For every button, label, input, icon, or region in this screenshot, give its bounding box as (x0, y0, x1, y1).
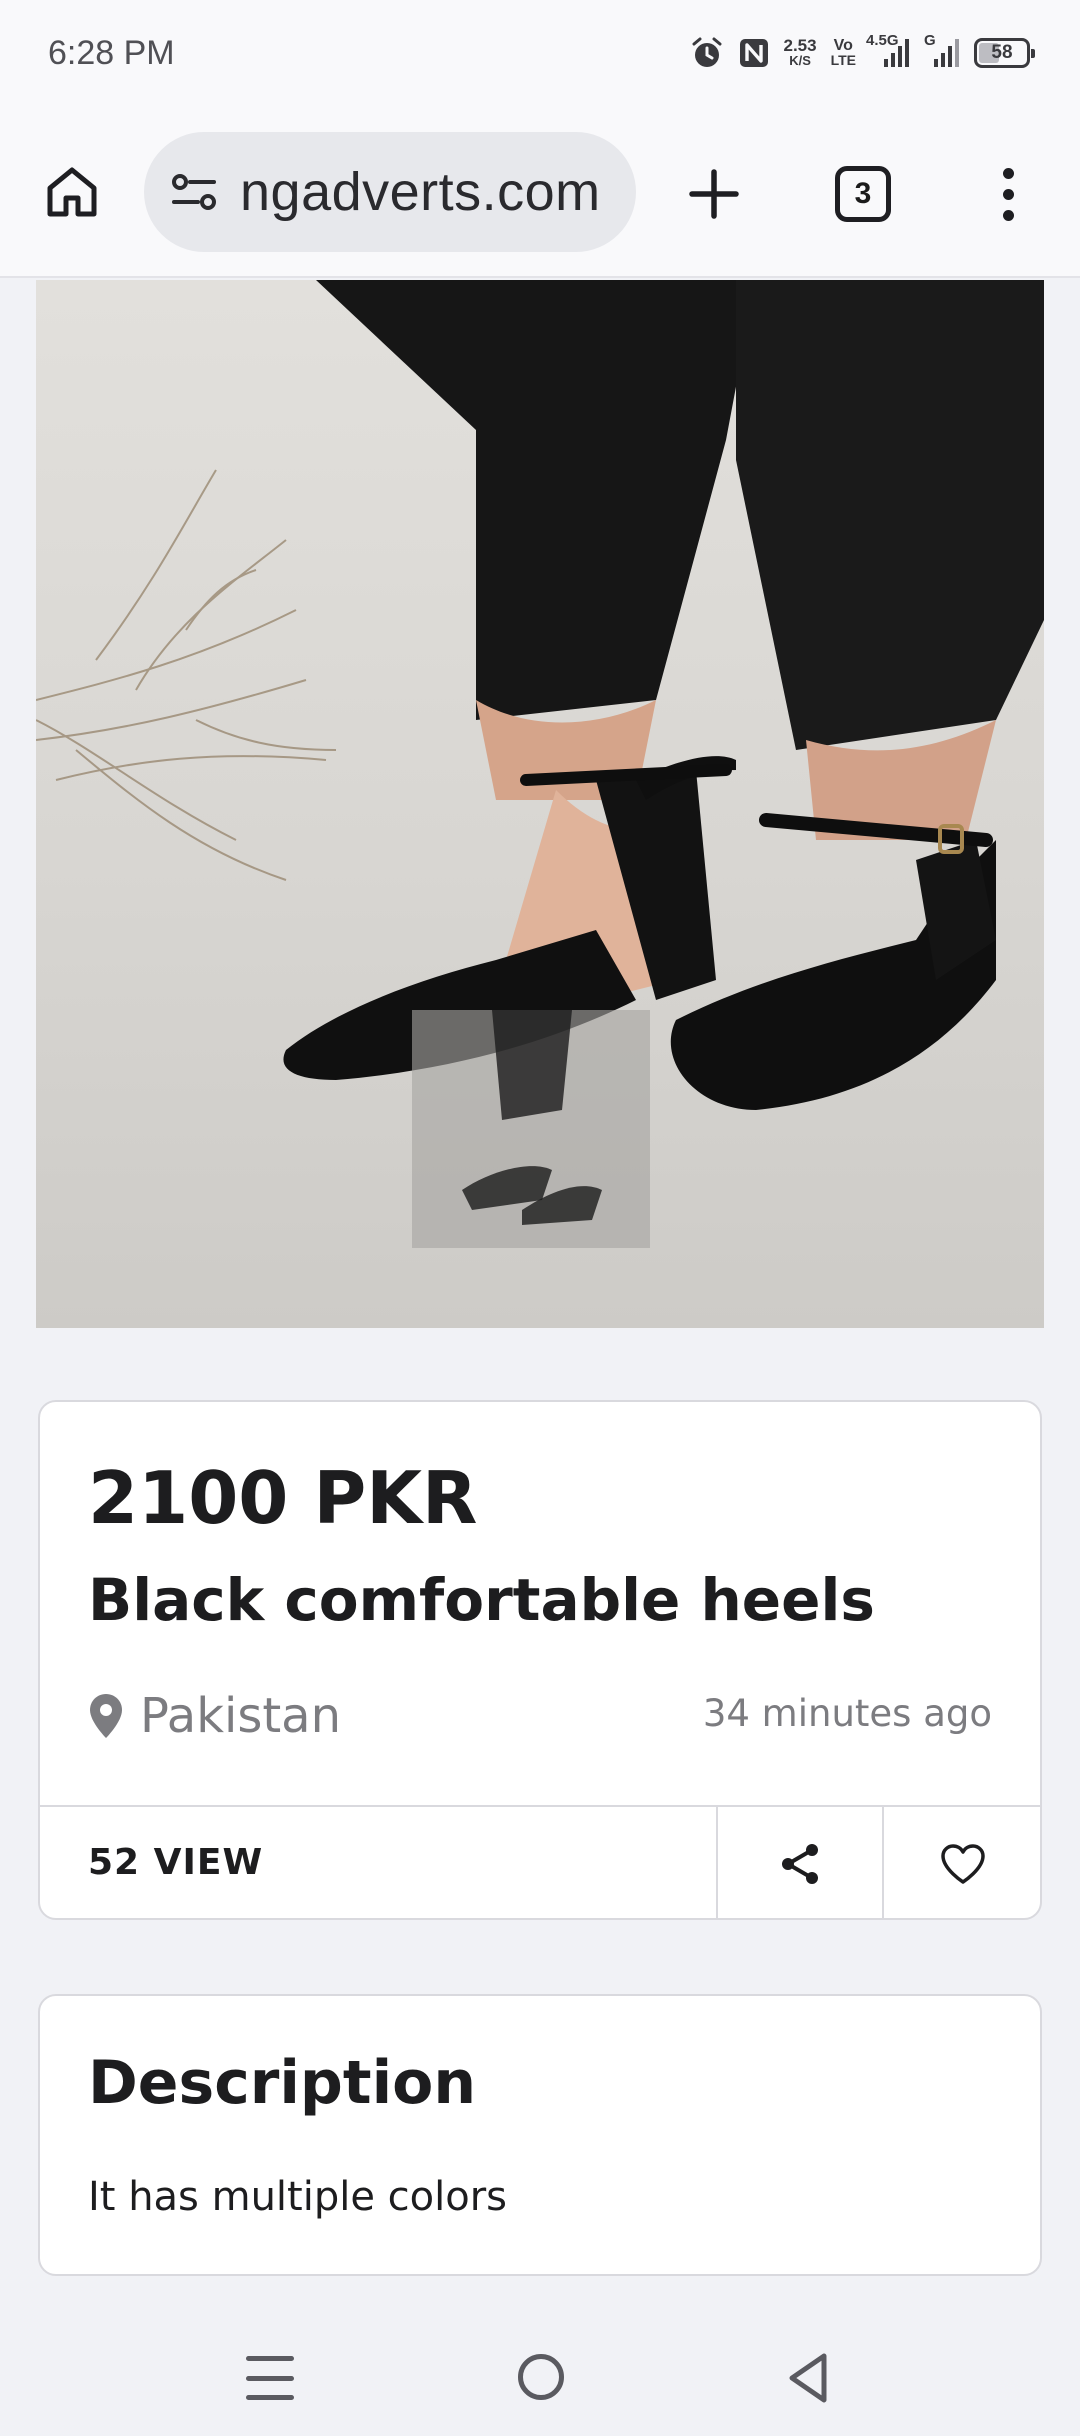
battery-icon: 58 (974, 38, 1035, 68)
nfc-icon (738, 37, 770, 69)
description-text: It has multiple colors (88, 2174, 508, 2220)
overflow-menu-icon[interactable] (984, 156, 1032, 232)
share-button[interactable] (718, 1807, 882, 1920)
location-pin-icon (90, 1694, 122, 1738)
home-button[interactable] (36, 156, 108, 228)
signal-icon-sim2: G (924, 33, 960, 69)
view-count: 52 VIEW (88, 1842, 264, 1883)
net-speed: 2.53 K/S (783, 36, 817, 68)
listing-info-card: 2100 PKR Black comfortable heels Pakista… (38, 1400, 1042, 1920)
home-nav-icon[interactable] (518, 2354, 564, 2400)
tab-switcher-button[interactable]: 3 (835, 166, 891, 222)
product-image[interactable] (36, 280, 1044, 1328)
location-text: Pakistan (140, 1688, 341, 1744)
location: Pakistan (88, 1688, 341, 1744)
price: 2100 PKR (88, 1456, 478, 1540)
plus-icon (689, 169, 739, 219)
description-heading: Description (88, 2048, 477, 2118)
favorite-button[interactable] (884, 1807, 1042, 1920)
status-time: 6:28 PM (48, 34, 175, 72)
alarm-icon (690, 36, 724, 70)
tab-count: 3 (854, 177, 872, 210)
sim2-label: G (924, 32, 936, 49)
volte-indicator: Vo LTE (831, 38, 856, 68)
share-icon (782, 1843, 818, 1884)
description-card: Description It has multiple colors (38, 1994, 1042, 2276)
status-icons: 2.53 K/S Vo LTE 4.5G G 58 (690, 33, 1035, 70)
net-speed-unit: K/S (789, 53, 811, 68)
battery-level: 58 (991, 42, 1013, 63)
volte-bottom: LTE (830, 52, 856, 68)
posted-time: 34 minutes ago (702, 1692, 992, 1735)
new-tab-button[interactable] (676, 156, 752, 232)
heart-icon (941, 1843, 985, 1884)
home-icon (47, 167, 97, 217)
signal-icon: 4.5G (866, 33, 910, 69)
browser-toolbar: ngadverts.com 3 (0, 118, 1080, 278)
recents-icon[interactable] (246, 2356, 294, 2400)
site-settings-icon[interactable] (164, 162, 224, 222)
url-text: ngadverts.com (240, 162, 601, 222)
back-icon[interactable] (786, 2352, 830, 2404)
system-navigation-bar (0, 2320, 1080, 2436)
net-speed-value: 2.53 (783, 36, 817, 55)
status-bar: 6:28 PM 2.53 K/S Vo LTE 4.5G G 58 (0, 0, 1080, 118)
image-watermark (412, 1010, 650, 1248)
net-type-label: 4.5G (866, 32, 899, 49)
listing-title: Black comfortable heels (88, 1566, 875, 1634)
volte-top: Vo (833, 37, 853, 54)
address-bar[interactable]: ngadverts.com (144, 132, 636, 252)
